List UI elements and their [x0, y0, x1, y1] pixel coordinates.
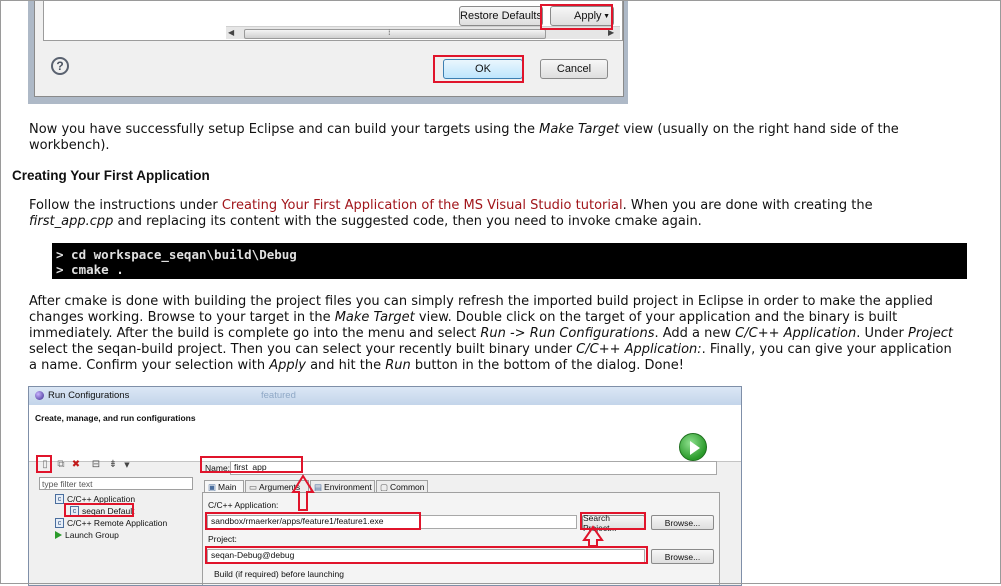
- para3-line: a name. Confirm your selection with: [29, 358, 270, 373]
- dialog-body: Restore Defaults Apply ▼ ◀ ⁞ ▶ ? OK Canc…: [34, 0, 624, 97]
- para1-text2: view (usually on the right hand side of …: [619, 122, 899, 137]
- para3-em: Project: [908, 326, 953, 341]
- code-block: > cd workspace_seqan\build\Debug > cmake…: [52, 243, 967, 279]
- make-target-em: Make Target: [539, 122, 620, 137]
- window-titlebar[interactable]: Run Configurations featured: [29, 387, 741, 405]
- para3-em: C/C++ Application: [735, 326, 857, 341]
- eclipse-icon: [35, 391, 44, 400]
- name-input[interactable]: first_app: [230, 461, 717, 475]
- launch-group-icon: [55, 531, 62, 539]
- paragraph-after-cmake: After cmake is done with building the pr…: [29, 294, 994, 374]
- application-label: C/C++ Application:: [208, 500, 279, 510]
- para1-line2: workbench).: [29, 138, 110, 153]
- code-line: > cd workspace_seqan\build\Debug: [56, 247, 297, 262]
- run-icon: [679, 433, 707, 461]
- filter-icon[interactable]: ⊟: [90, 459, 102, 471]
- search-project-button[interactable]: Search Project...: [582, 513, 645, 533]
- duplicate-icon[interactable]: ⧉: [55, 459, 67, 471]
- help-icon[interactable]: ?: [51, 57, 69, 75]
- horizontal-scrollbar[interactable]: ◀ ⁞ ▶: [226, 26, 620, 39]
- para1-text: Now you have successfully setup Eclipse …: [29, 122, 540, 137]
- para3-em: Run -> Run Configurations: [480, 326, 655, 341]
- scrollbar-thumb[interactable]: [244, 29, 546, 39]
- dropdown-arrow-icon[interactable]: ▼: [603, 13, 610, 20]
- tree-label: C/C++ Remote Application: [67, 518, 168, 528]
- code-line: > cmake .: [56, 262, 124, 277]
- preference-pane: Restore Defaults Apply ▼ ◀ ⁞ ▶: [43, 0, 623, 41]
- filter-input[interactable]: type filter text: [39, 477, 193, 490]
- tree-label: seqan Default: [82, 506, 135, 516]
- para3-line: view. Double click on the target of your…: [414, 310, 898, 325]
- apply-label: Apply: [574, 10, 602, 22]
- application-input[interactable]: sandbox/rmaerker/apps/feature1/feature1.…: [207, 515, 577, 529]
- tree-item-cpp-remote-application[interactable]: c C/C++ Remote Application: [55, 518, 167, 528]
- paragraph-setup-success: Now you have successfully setup Eclipse …: [29, 122, 989, 154]
- header-title: Create, manage, and run configurations: [35, 413, 196, 423]
- para3-em: Run: [385, 358, 411, 373]
- browse-project-button[interactable]: Browse...: [651, 549, 714, 564]
- scroll-left-icon[interactable]: ◀: [228, 27, 234, 39]
- para2-text3: and replacing its content with the sugge…: [113, 214, 702, 229]
- play-triangle-icon: [690, 441, 700, 455]
- para3-line: immediately. After the build is complete…: [29, 326, 481, 341]
- para3-em: C/C++ Application:: [576, 342, 702, 357]
- cpp-application-icon: c: [55, 494, 64, 504]
- cpp-remote-icon: c: [55, 518, 64, 528]
- delete-icon[interactable]: ✖: [70, 459, 82, 471]
- scroll-right-icon[interactable]: ▶: [608, 27, 614, 39]
- project-input[interactable]: seqan-Debug@debug: [207, 549, 645, 563]
- para3-em: Make Target: [334, 310, 415, 325]
- project-label: Project:: [208, 534, 237, 544]
- para3-line: After cmake is done with building the pr…: [29, 294, 933, 309]
- collapse-all-icon[interactable]: ⇟: [107, 459, 119, 471]
- first-app-filename: first_app.cpp: [29, 214, 114, 229]
- build-group-label: Build (if required) before launching: [214, 569, 344, 579]
- cancel-button[interactable]: Cancel: [540, 59, 608, 79]
- tree-label: C/C++ Application: [67, 494, 136, 504]
- dialog-header: Create, manage, and run configurations: [29, 405, 741, 462]
- paragraph-follow-instructions: Follow the instructions under Creating Y…: [29, 198, 989, 230]
- para3-line: button in the bottom of the dialog. Done…: [410, 358, 684, 373]
- para3-line: select the seqan-build project. Then you…: [29, 342, 577, 357]
- run-configurations-window: Run Configurations featured Create, mana…: [28, 386, 742, 586]
- apply-button[interactable]: Apply ▼: [550, 6, 614, 26]
- para3-em: Apply: [269, 358, 306, 373]
- para3-line: . Add a new: [654, 326, 736, 341]
- view-menu-icon[interactable]: ▼: [121, 459, 133, 471]
- restore-defaults-button[interactable]: Restore Defaults: [459, 6, 543, 26]
- para3-line: . Finally, you can give your application: [701, 342, 952, 357]
- tree-item-launch-group[interactable]: Launch Group: [55, 530, 119, 540]
- window-title: Run Configurations: [48, 390, 130, 401]
- name-label: Name:: [205, 463, 231, 473]
- tree-item-cpp-application[interactable]: c C/C++ Application: [55, 494, 135, 504]
- new-configuration-icon[interactable]: ▯: [39, 459, 51, 471]
- cpp-config-icon: c: [70, 506, 79, 516]
- browse-application-button[interactable]: Browse...: [651, 515, 714, 530]
- ok-button[interactable]: OK: [443, 59, 523, 79]
- para2-text2: . When you are done with creating the: [622, 198, 873, 213]
- tree-label: Launch Group: [65, 530, 119, 540]
- preferences-dialog: Restore Defaults Apply ▼ ◀ ⁞ ▶ ? OK Canc…: [28, 0, 628, 104]
- section-heading: Creating Your First Application: [12, 168, 210, 183]
- ms-visual-studio-tutorial-link[interactable]: Creating Your First Application of the M…: [222, 198, 623, 213]
- para3-line: and hit the: [305, 358, 386, 373]
- faded-title: featured: [261, 390, 296, 401]
- scroll-grip-icon: ⁞: [388, 28, 391, 37]
- para3-line: . Under: [856, 326, 908, 341]
- para2-text: Follow the instructions under: [29, 198, 222, 213]
- para3-line: changes working. Browse to your target i…: [29, 310, 335, 325]
- tree-item-seqan-default[interactable]: c seqan Default: [70, 506, 134, 516]
